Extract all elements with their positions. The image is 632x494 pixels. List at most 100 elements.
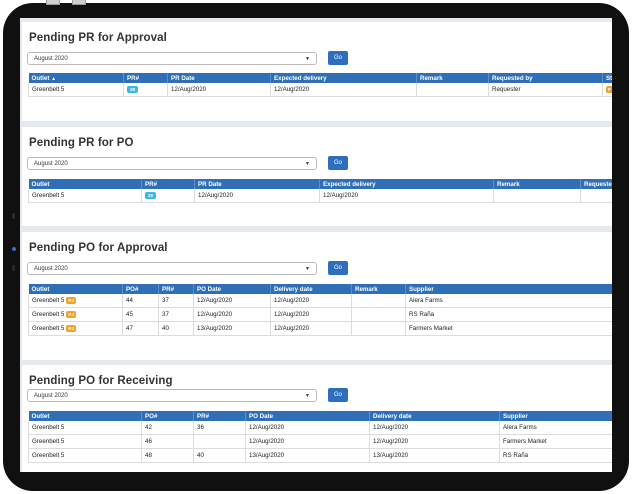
cell-pr: 28 — [123, 83, 168, 97]
cell-remark — [351, 321, 406, 336]
cell-po-date: 13/Aug/2020 — [193, 321, 271, 336]
cell-remark — [416, 83, 489, 97]
chevron-down-icon: ▼ — [305, 393, 310, 399]
cell-delivery: 13/Aug/2020 — [369, 448, 500, 463]
cell-pr: 37 — [158, 307, 194, 322]
cell-pr: 36 — [193, 421, 246, 435]
volume-button — [12, 265, 15, 271]
cell-pr: 28 — [141, 189, 195, 203]
cell-remark — [351, 307, 406, 322]
pending-po-receiving-panel: Pending PO for Receiving August 2020 ▼ G… — [22, 365, 612, 472]
cell-outlet: Greenbelt 5 — [28, 83, 124, 97]
pr-number-badge[interactable]: 28 — [127, 86, 139, 93]
chevron-down-icon: ▼ — [305, 266, 310, 272]
cell-po-date: 12/Aug/2020 — [245, 434, 370, 449]
column-header-expected-delivery[interactable]: Expected delivery — [319, 179, 494, 189]
column-header-outlet[interactable]: Outlet — [28, 411, 142, 421]
cell-po: 48 — [141, 448, 194, 463]
cell-supplier: RS Raña — [405, 307, 612, 322]
cell-po: 44 — [122, 294, 159, 308]
column-header-supplier[interactable]: Supplier — [405, 284, 612, 294]
table-row[interactable]: Greenbelt 5 28 12/Aug/2020 12/Aug/2020 R… — [28, 83, 612, 97]
column-header-outlet[interactable]: Outlet — [28, 179, 142, 189]
column-header-requester[interactable]: Requester — [580, 179, 612, 189]
column-header-supplier[interactable]: Supplier — [499, 411, 612, 421]
cell-remark — [493, 189, 581, 203]
go-button[interactable]: Go — [328, 388, 348, 402]
cell-outlet: Greenbelt 5 PJ — [28, 294, 123, 308]
select-value: August 2020 — [34, 393, 68, 399]
go-button[interactable]: Go — [328, 156, 348, 170]
section-title: Pending PO for Approval — [29, 242, 168, 254]
month-select[interactable]: August 2020 ▼ — [27, 262, 317, 275]
column-header-pr[interactable]: PR# — [193, 411, 246, 421]
cell-requested-by: Requester — [488, 83, 603, 97]
column-header-remark[interactable]: Remark — [351, 284, 406, 294]
column-header-remark[interactable]: Remark — [416, 73, 489, 83]
cell-status: P — [602, 83, 612, 97]
table-row[interactable]: Greenbelt 5 PJ 47 40 13/Aug/2020 12/Aug/2… — [28, 321, 612, 336]
cell-supplier: Alera Farms — [405, 294, 612, 308]
cell-po: 42 — [141, 421, 194, 435]
volume-button — [12, 213, 15, 219]
cell-expected: 12/Aug/2020 — [270, 83, 417, 97]
cell-outlet: Greenbelt 5 — [28, 434, 142, 449]
status-badge: PJ — [66, 297, 76, 304]
column-header-pr-date[interactable]: PR Date — [194, 179, 320, 189]
table-row[interactable]: Greenbelt 5 48 40 13/Aug/2020 13/Aug/202… — [28, 448, 612, 463]
go-button[interactable]: Go — [328, 51, 348, 65]
cell-remark — [351, 294, 406, 308]
month-select[interactable]: August 2020 ▼ — [27, 157, 317, 170]
column-header-requested-by[interactable]: Requested by — [488, 73, 603, 83]
cell-requester — [580, 189, 612, 203]
column-header-delivery-date[interactable]: Delivery date — [369, 411, 500, 421]
chevron-down-icon: ▼ — [305, 161, 310, 167]
cell-po-date: 13/Aug/2020 — [245, 448, 370, 463]
top-button — [72, 0, 86, 5]
column-header-remark[interactable]: Remark — [493, 179, 581, 189]
cell-po-date: 12/Aug/2020 — [245, 421, 370, 435]
section-title: Pending PR for Approval — [29, 32, 167, 44]
column-header-pr[interactable]: PR# — [158, 284, 194, 294]
go-button[interactable]: Go — [328, 261, 348, 275]
chevron-down-icon: ▼ — [305, 56, 310, 62]
pr-po-table: Outlet PR# PR Date Expected delivery Rem… — [28, 179, 612, 203]
column-header-po-date[interactable]: PO Date — [245, 411, 370, 421]
column-header-po-date[interactable]: PO Date — [193, 284, 271, 294]
cell-expected: 12/Aug/2020 — [319, 189, 494, 203]
column-header-po[interactable]: PO# — [122, 284, 159, 294]
table-row[interactable]: Greenbelt 5 PJ 44 37 12/Aug/2020 12/Aug/2… — [28, 294, 612, 308]
table-row[interactable]: Greenbelt 5 42 36 12/Aug/2020 12/Aug/202… — [28, 421, 612, 435]
column-header-expected-delivery[interactable]: Expected delivery — [270, 73, 417, 83]
column-header-pr[interactable]: PR# — [123, 73, 168, 83]
column-header-delivery-date[interactable]: Delivery date — [270, 284, 352, 294]
cell-delivery: 12/Aug/2020 — [270, 321, 352, 336]
cell-outlet: Greenbelt 5 — [28, 448, 142, 463]
column-header-pr[interactable]: PR# — [141, 179, 195, 189]
pr-number-badge[interactable]: 28 — [145, 192, 157, 199]
cell-supplier: Farmers Market — [405, 321, 612, 336]
pending-po-approval-panel: Pending PO for Approval August 2020 ▼ Go… — [22, 232, 612, 360]
table-row[interactable]: Greenbelt 5 28 12/Aug/2020 12/Aug/2020 — [28, 189, 612, 203]
cell-supplier: Alera Farms — [499, 421, 612, 435]
column-header-status[interactable]: Sta — [602, 73, 612, 83]
cell-po: 45 — [122, 307, 159, 322]
month-select[interactable]: August 2020 ▼ — [27, 389, 317, 402]
select-value: August 2020 — [34, 56, 68, 62]
status-badge: P — [606, 86, 612, 93]
cell-pr: 40 — [193, 448, 246, 463]
column-header-pr-date[interactable]: PR Date — [167, 73, 271, 83]
column-header-outlet[interactable]: Outlet — [28, 284, 123, 294]
month-select[interactable]: August 2020 ▼ — [27, 52, 317, 65]
select-value: August 2020 — [34, 161, 68, 167]
cell-outlet: Greenbelt 5 PJ — [28, 307, 123, 322]
pending-pr-po-panel: Pending PR for PO August 2020 ▼ Go Outle… — [22, 127, 612, 226]
pending-pr-approval-panel: Pending PR for Approval August 2020 ▼ Go… — [22, 22, 612, 121]
column-header-outlet[interactable]: Outlet ▲ — [28, 73, 124, 83]
table-row[interactable]: Greenbelt 5 46 12/Aug/2020 12/Aug/2020 F… — [28, 434, 612, 449]
camera-dot — [12, 247, 16, 251]
table-row[interactable]: Greenbelt 5 PJ 45 37 12/Aug/2020 12/Aug/2… — [28, 307, 612, 322]
cell-po-date: 12/Aug/2020 — [193, 307, 271, 322]
section-title: Pending PO for Receiving — [29, 375, 173, 387]
column-header-po[interactable]: PO# — [141, 411, 194, 421]
